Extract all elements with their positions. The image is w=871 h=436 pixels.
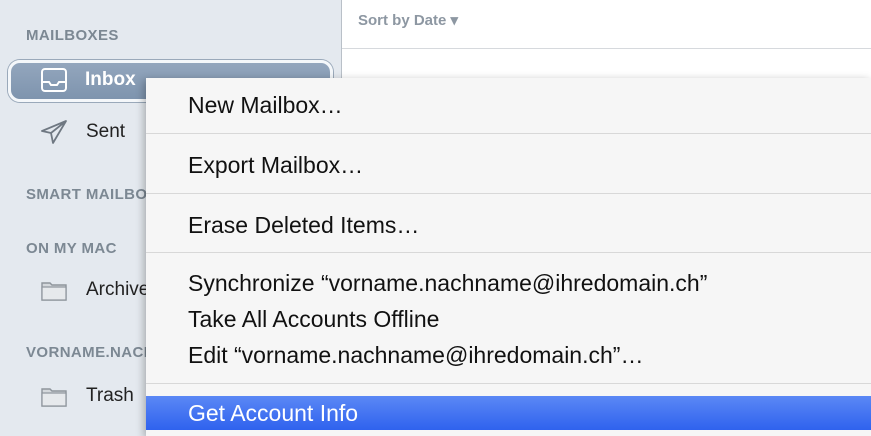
folder-icon — [41, 282, 67, 301]
menu-item-take-offline[interactable]: Take All Accounts Offline — [146, 302, 871, 336]
inbox-icon — [41, 68, 67, 92]
menu-item-edit-account[interactable]: Edit “vorname.nachname@ihredomain.ch”… — [146, 338, 871, 372]
menu-separator — [146, 252, 871, 253]
menu-separator — [146, 133, 871, 134]
sidebar-item-label: Trash — [86, 385, 134, 406]
message-list-header: Sort by Date ▾ — [342, 0, 871, 49]
menu-item-synchronize[interactable]: Synchronize “vorname.nachname@ihredomain… — [146, 266, 871, 300]
menu-separator — [146, 193, 871, 194]
sidebar-item-label: Inbox — [85, 69, 136, 90]
sidebar-item-label: Sent — [86, 121, 126, 142]
paper-plane-icon — [41, 120, 67, 144]
sort-by-date-button[interactable]: Sort by Date ▾ — [358, 11, 458, 29]
menu-item-get-account-info[interactable]: Get Account Info — [146, 396, 871, 430]
menu-item-erase-deleted[interactable]: Erase Deleted Items… — [146, 208, 871, 242]
on-my-mac-header[interactable]: ON MY MAC — [26, 240, 117, 257]
folder-icon — [41, 388, 67, 407]
sidebar-item-label: Archive — [86, 279, 150, 300]
mailboxes-header[interactable]: MAILBOXES — [26, 27, 119, 44]
menu-item-new-mailbox[interactable]: New Mailbox… — [146, 88, 871, 122]
menu-separator — [146, 383, 871, 384]
context-menu: New Mailbox… Export Mailbox… Erase Delet… — [146, 78, 871, 436]
menu-item-export-mailbox[interactable]: Export Mailbox… — [146, 148, 871, 182]
